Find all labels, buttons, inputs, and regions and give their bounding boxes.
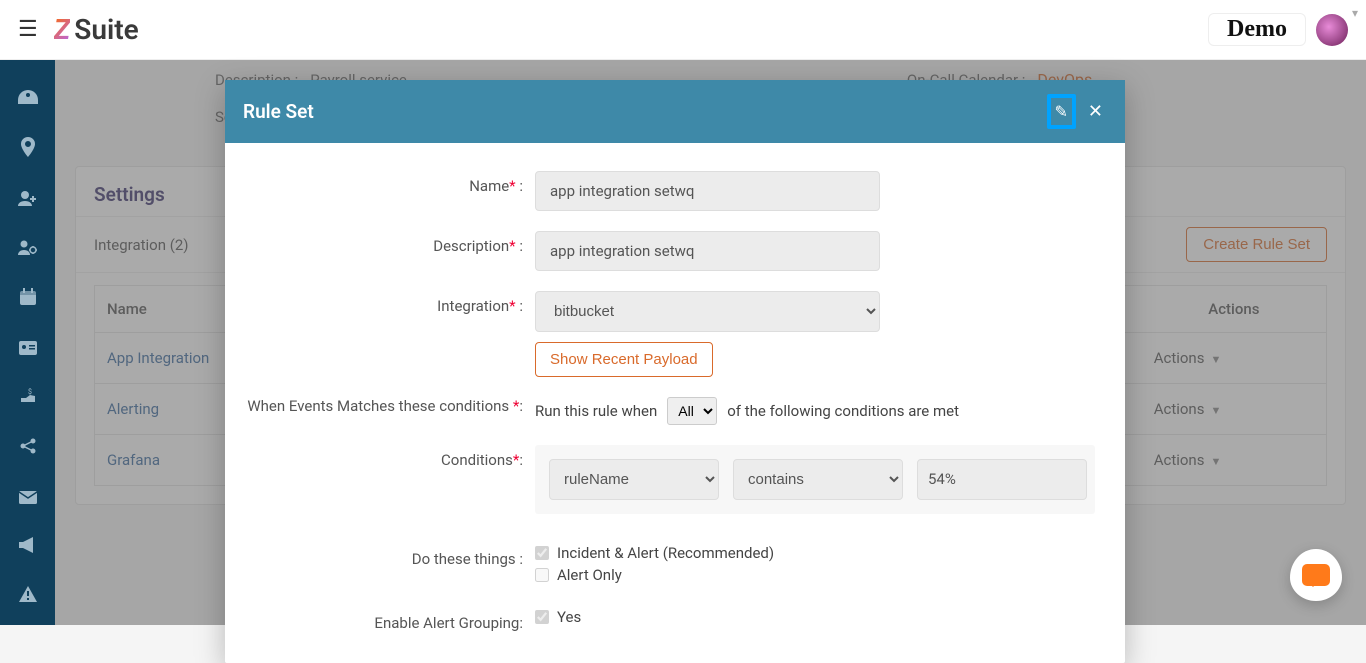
left-sidebar: $ [0, 60, 55, 625]
enable-alert-grouping-label: Enable Alert Grouping: [245, 608, 535, 632]
svg-text:$: $ [28, 388, 32, 396]
brand-text: Suite [74, 13, 138, 46]
bullhorn-icon[interactable] [0, 537, 55, 558]
edit-button[interactable]: ✎ [1047, 94, 1076, 129]
users-cog-icon[interactable] [0, 239, 55, 260]
events-label: When Events Matches these conditions [247, 397, 509, 415]
conditions-label: Conditions [441, 451, 513, 469]
user-plus-icon[interactable] [0, 190, 55, 211]
condition-row: ruleName contains 54% [535, 445, 1095, 514]
show-recent-payload-button[interactable]: Show Recent Payload [535, 342, 713, 377]
modal-title: Rule Set [243, 100, 314, 123]
incident-alert-label: Incident & Alert (Recommended) [557, 544, 774, 562]
chat-fab[interactable] [1290, 549, 1342, 601]
name-field[interactable]: app integration setwq [535, 171, 880, 211]
description-field[interactable]: app integration setwq [535, 231, 880, 271]
run-prefix: Run this rule when [535, 402, 657, 420]
gauge-icon[interactable] [0, 88, 55, 109]
condition-value-input[interactable]: 54% [917, 459, 1087, 500]
alert-only-checkbox[interactable] [535, 568, 549, 582]
pin-icon[interactable] [0, 137, 55, 162]
chat-icon [1302, 564, 1330, 586]
triangle-warn-icon[interactable] [0, 586, 55, 607]
brand-z-icon: Z [54, 13, 71, 46]
do-these-things-label: Do these things : [245, 544, 535, 568]
id-card-icon[interactable] [0, 339, 55, 360]
brand-logo[interactable]: Z Suite [54, 13, 139, 46]
pencil-icon: ✎ [1055, 102, 1068, 121]
calendar-icon[interactable] [0, 288, 55, 311]
close-icon[interactable]: ✕ [1084, 97, 1107, 126]
integration-label: Integration [437, 297, 509, 315]
run-match-select[interactable]: All [667, 397, 717, 425]
ruleset-modal: Rule Set ✎ ✕ Name* : app integration set… [225, 80, 1125, 663]
grouping-yes-checkbox[interactable] [535, 610, 549, 624]
grouping-yes-label: Yes [557, 608, 581, 626]
run-suffix: of the following conditions are met [727, 402, 959, 420]
integration-select[interactable]: bitbucket [535, 291, 880, 332]
condition-field-select[interactable]: ruleName [549, 459, 719, 500]
condition-operator-select[interactable]: contains [733, 459, 903, 500]
topbar-caret-icon: ▾ [1352, 6, 1358, 20]
envelope-icon[interactable] [0, 488, 55, 509]
alert-only-label: Alert Only [557, 566, 622, 584]
incident-alert-checkbox[interactable] [535, 546, 549, 560]
avatar[interactable] [1316, 14, 1348, 46]
description-label: Description [433, 237, 509, 255]
hamburger-icon[interactable]: ☰ [18, 17, 38, 42]
name-label: Name [469, 177, 509, 195]
hand-dollar-icon[interactable]: $ [0, 388, 55, 409]
share-nodes-icon[interactable] [0, 437, 55, 460]
demo-tag: Demo [1208, 13, 1306, 46]
